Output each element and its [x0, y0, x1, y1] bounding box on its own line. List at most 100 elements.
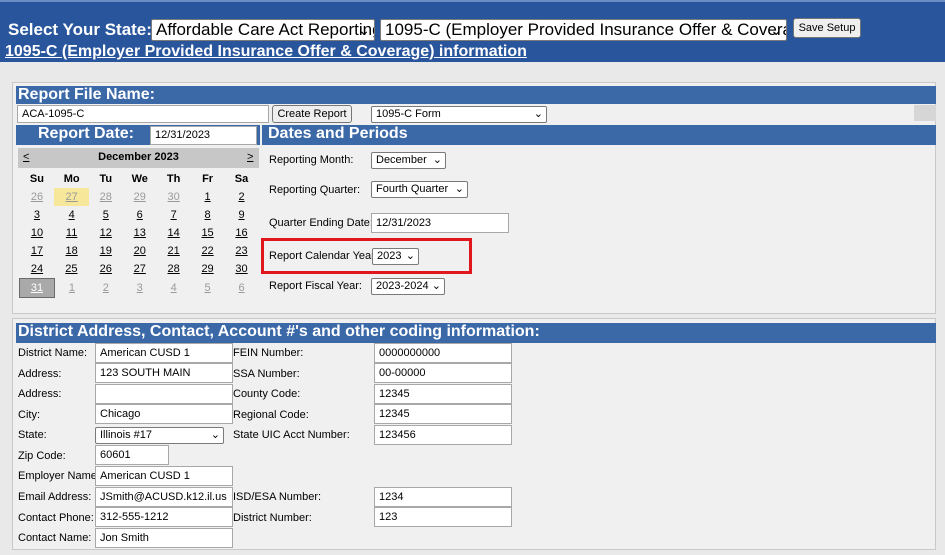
- fein-number-input[interactable]: 0000000000: [374, 343, 512, 363]
- calendar-day[interactable]: 3: [20, 206, 55, 224]
- chevron-down-icon: ⌄: [358, 22, 370, 38]
- calendar-next-link[interactable]: >: [247, 151, 253, 163]
- calendar-day-selected[interactable]: 31: [19, 278, 55, 298]
- reporting-month-select[interactable]: December ⌄: [371, 152, 446, 169]
- calendar-day[interactable]: 26: [20, 188, 55, 206]
- zip-code-label: Zip Code:: [18, 450, 66, 462]
- calendar-day[interactable]: 5: [191, 279, 225, 298]
- calendar-day[interactable]: 4: [157, 279, 191, 298]
- dates-periods-header: Dates and Periods: [262, 125, 936, 145]
- weekday-row: Su Mo Tu We Th Fr Sa: [20, 170, 259, 188]
- contact-name-input[interactable]: Jon Smith: [95, 528, 233, 548]
- weekday-label: Tu: [99, 173, 113, 185]
- create-report-button[interactable]: Create Report: [272, 105, 352, 123]
- county-code-input[interactable]: 12345: [374, 384, 512, 404]
- chevron-down-icon: ⌄: [770, 22, 782, 38]
- calendar-day[interactable]: 14: [157, 224, 191, 242]
- calendar-day[interactable]: 11: [54, 224, 88, 242]
- calendar-week: 3 4 5 6 7 8 9: [20, 206, 259, 224]
- district-header: District Address, Contact, Account #'s a…: [16, 323, 936, 343]
- calendar-day[interactable]: 6: [123, 206, 157, 224]
- address-2-label: Address:: [18, 388, 62, 400]
- calendar-day[interactable]: 2: [89, 279, 123, 298]
- chevron-down-icon: ⌄: [533, 108, 543, 120]
- calendar-day[interactable]: 3: [123, 279, 157, 298]
- calendar-day[interactable]: 17: [20, 242, 55, 260]
- calendar-day[interactable]: 5: [89, 206, 123, 224]
- calendar-day[interactable]: 27: [123, 260, 157, 279]
- calendar-day[interactable]: 1: [54, 279, 88, 298]
- reporting-quarter-select[interactable]: Fourth Quarter ⌄: [371, 181, 468, 198]
- report-file-name-input[interactable]: ACA-1095-C: [17, 105, 269, 123]
- chevron-down-icon: ⌄: [432, 154, 442, 166]
- calendar-day[interactable]: 25: [54, 260, 88, 279]
- calendar-day[interactable]: 30: [157, 188, 191, 206]
- calendar-day-today[interactable]: 27: [54, 188, 89, 206]
- quarter-ending-input[interactable]: 12/31/2023: [371, 213, 509, 233]
- calendar-day[interactable]: 2: [225, 188, 259, 206]
- chevron-down-icon: ⌄: [454, 183, 464, 195]
- calendar-day[interactable]: 21: [157, 242, 191, 260]
- address-label: Address:: [18, 368, 62, 380]
- calendar-day[interactable]: 23: [225, 242, 259, 260]
- calendar-day[interactable]: 8: [191, 206, 225, 224]
- email-address-input[interactable]: JSmith@ACUSD.k12.il.us: [95, 487, 233, 507]
- top-bar: Select Your State: Affordable Care Act R…: [0, 0, 945, 62]
- form-select[interactable]: 1095-C Form ⌄: [371, 106, 547, 123]
- address-2-input[interactable]: [95, 384, 233, 404]
- report-type-select[interactable]: Affordable Care Act Reporting ⌄: [151, 19, 375, 41]
- district-name-input[interactable]: American CUSD 1: [95, 343, 233, 363]
- calendar-year-label: Report Calendar Year:: [269, 250, 378, 262]
- calendar-day[interactable]: 19: [89, 242, 123, 260]
- state-uic-input[interactable]: 123456: [374, 425, 512, 445]
- weekday-label: Mo: [63, 173, 80, 185]
- calendar-year-select[interactable]: 2023 ⌄: [372, 248, 419, 265]
- calendar-day[interactable]: 13: [123, 224, 157, 242]
- ssa-number-label: SSA Number:: [233, 368, 300, 380]
- isd-esa-input[interactable]: 1234: [374, 487, 512, 507]
- calendar-day[interactable]: 16: [225, 224, 259, 242]
- regional-code-label: Regional Code:: [233, 409, 309, 421]
- fiscal-year-select[interactable]: 2023-2024 ⌄: [371, 278, 445, 295]
- fein-number-label: FEIN Number:: [233, 347, 304, 359]
- calendar-day[interactable]: 12: [89, 224, 123, 242]
- calendar-day[interactable]: 7: [157, 206, 191, 224]
- regional-code-input[interactable]: 12345: [374, 404, 512, 424]
- contact-phone-input[interactable]: 312-555-1212: [95, 507, 233, 527]
- calendar-day[interactable]: 15: [191, 224, 225, 242]
- calendar-day[interactable]: 4: [54, 206, 88, 224]
- zip-code-input[interactable]: 60601: [95, 445, 169, 465]
- calendar-day[interactable]: 29: [191, 260, 225, 279]
- district-name-label: District Name:: [18, 347, 88, 359]
- city-input[interactable]: Chicago: [95, 404, 233, 424]
- calendar-day[interactable]: 20: [123, 242, 157, 260]
- calendar-day[interactable]: 6: [225, 279, 259, 298]
- employer-name-input[interactable]: American CUSD 1: [95, 466, 233, 486]
- page-title-link[interactable]: 1095-C (Employer Provided Insurance Offe…: [5, 43, 527, 61]
- calendar-day[interactable]: 18: [54, 242, 88, 260]
- quarter-ending-label: Quarter Ending Date:: [269, 217, 373, 229]
- calendar-day[interactable]: 9: [225, 206, 259, 224]
- calendar-day[interactable]: 10: [20, 224, 55, 242]
- weekday-label: Th: [166, 173, 181, 185]
- state-select[interactable]: Illinois #17 ⌄: [95, 427, 224, 444]
- ssa-number-input[interactable]: 00-00000: [374, 363, 512, 383]
- calendar-day[interactable]: 22: [191, 242, 225, 260]
- email-address-label: Email Address:: [18, 491, 92, 503]
- reporting-month-label: Reporting Month:: [269, 154, 354, 166]
- contact-name-label: Contact Name:: [18, 532, 92, 544]
- report-date-input[interactable]: 12/31/2023: [150, 126, 257, 145]
- save-setup-button[interactable]: Save Setup: [793, 18, 861, 38]
- county-code-label: County Code:: [233, 388, 301, 400]
- calendar-day[interactable]: 26: [89, 260, 123, 279]
- calendar-day[interactable]: 28: [157, 260, 191, 279]
- calendar-day[interactable]: 28: [89, 188, 123, 206]
- form-type-select[interactable]: 1095-C (Employer Provided Insurance Offe…: [380, 19, 787, 41]
- chevron-down-icon: ⌄: [210, 429, 220, 441]
- calendar-day[interactable]: 1: [191, 188, 225, 206]
- calendar-day[interactable]: 24: [20, 260, 55, 279]
- calendar-day[interactable]: 29: [123, 188, 157, 206]
- district-number-input[interactable]: 123: [374, 507, 512, 527]
- calendar-day[interactable]: 30: [225, 260, 259, 279]
- address-input[interactable]: 123 SOUTH MAIN: [95, 363, 233, 383]
